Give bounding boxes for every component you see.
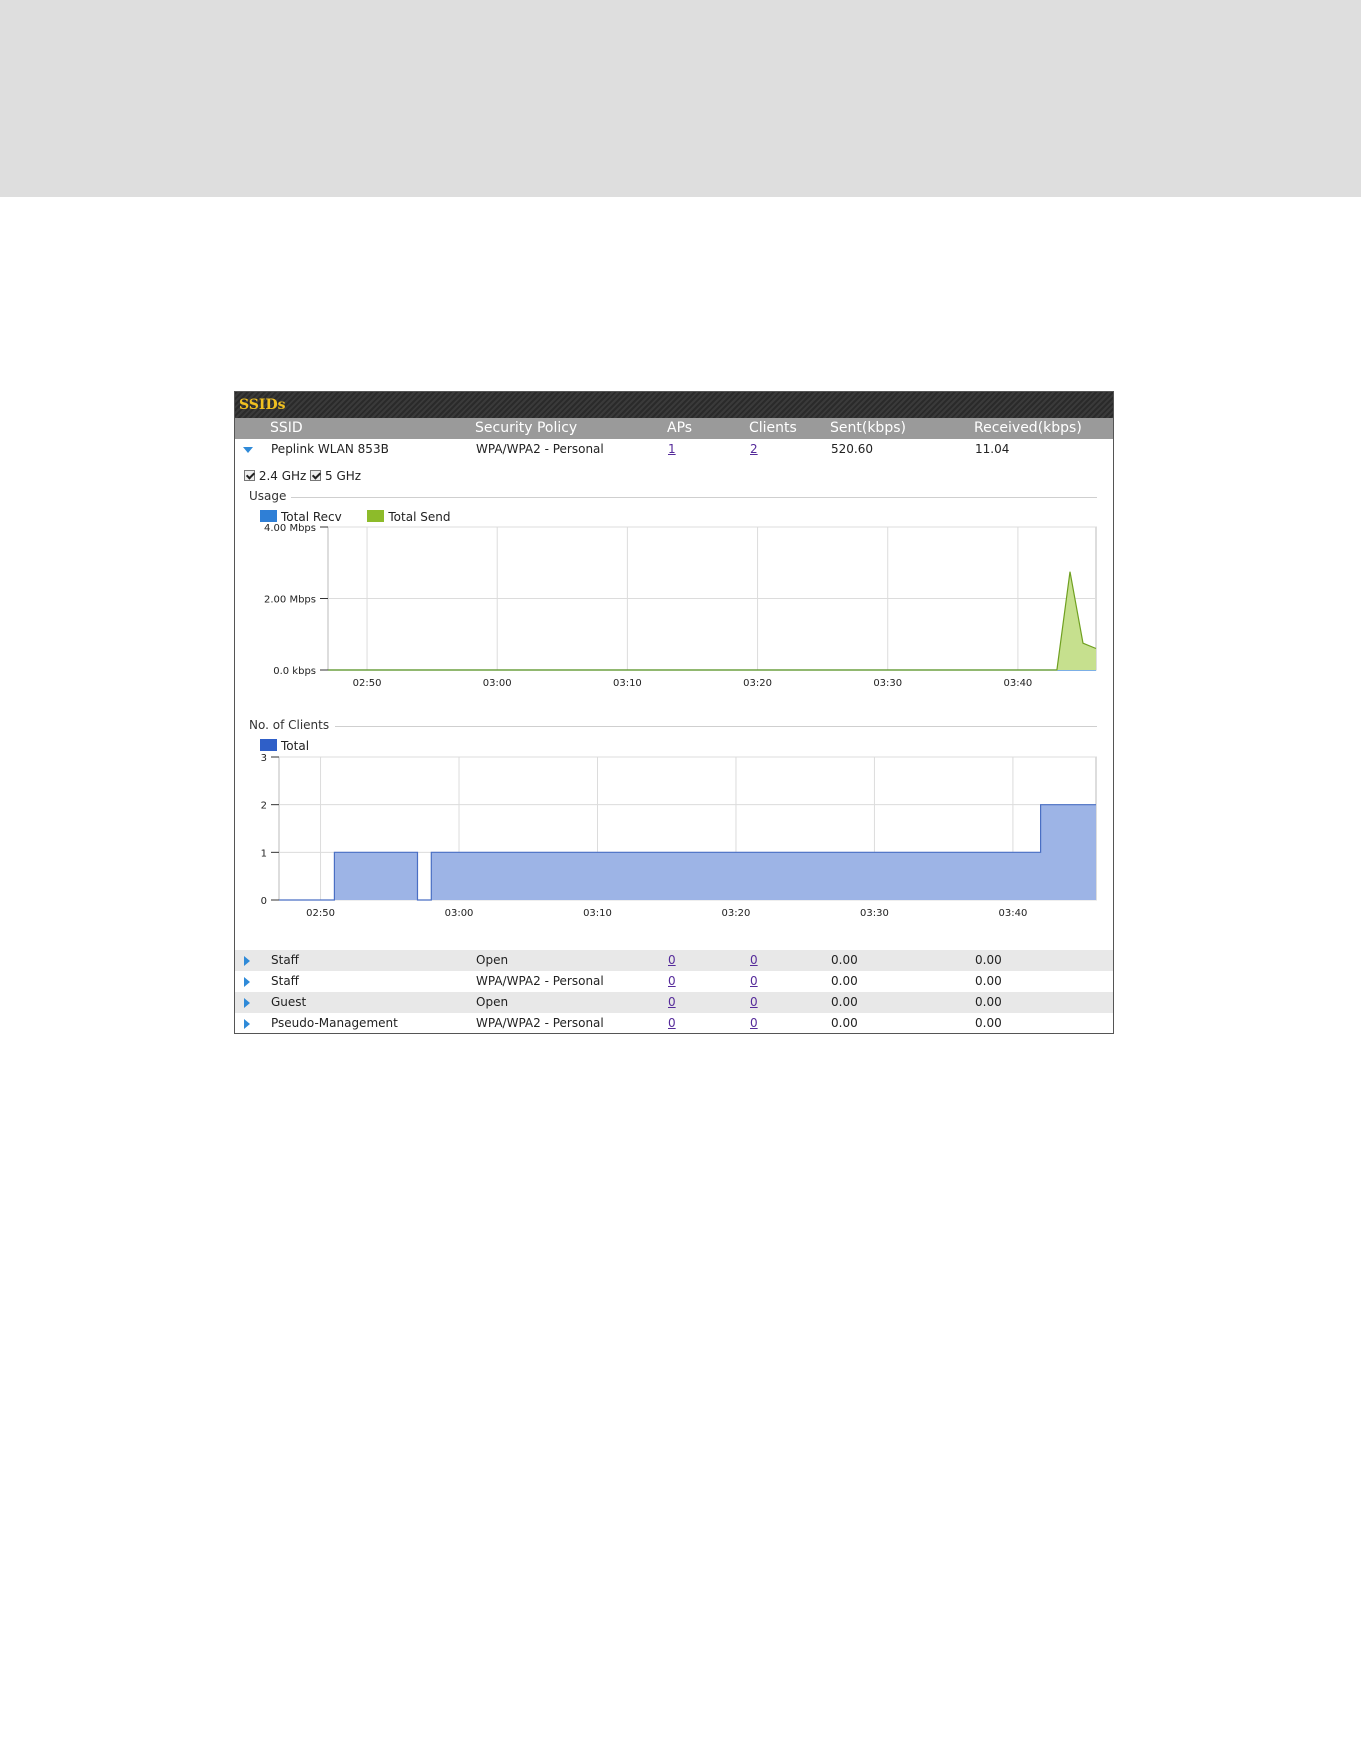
table-row[interactable]: Guest Open 0 0 0.00 0.00 — [235, 992, 1113, 1013]
x-tick-label: 03:00 — [445, 908, 474, 919]
sent-value: 0.00 — [831, 974, 858, 988]
table-row[interactable]: Staff WPA/WPA2 - Personal 0 0 0.00 0.00 — [235, 971, 1113, 992]
table-header: SSID Security Policy APs Clients Sent(kb… — [235, 418, 1113, 439]
clients-link[interactable]: 2 — [750, 439, 758, 460]
col-received[interactable]: Received(kbps) — [974, 418, 1082, 439]
y-tick-label: 1 — [261, 848, 267, 859]
aps-link[interactable]: 0 — [668, 971, 676, 992]
security-policy: Open — [476, 953, 509, 967]
clients-chart: 3 2 1 0 02:50 03:00 03:10 03:20 03:30 03:40 — [261, 753, 1097, 919]
x-tick-label: 03:20 — [743, 678, 772, 689]
recv-swatch — [260, 510, 277, 522]
total-swatch — [260, 739, 277, 751]
col-ssid[interactable]: SSID — [270, 418, 303, 439]
col-clients[interactable]: Clients — [749, 418, 797, 439]
clients-link[interactable]: 0 — [750, 971, 758, 992]
panel-title: SSIDs — [235, 392, 1113, 418]
x-tick-label: 02:50 — [306, 908, 335, 919]
y-tick-label: 2.00 Mbps — [264, 595, 316, 606]
received-value: 0.00 — [975, 1016, 1002, 1030]
col-aps[interactable]: APs — [667, 418, 692, 439]
x-tick-label: 03:00 — [483, 678, 512, 689]
expand-icon[interactable] — [244, 1019, 250, 1029]
col-sent[interactable]: Sent(kbps) — [830, 418, 906, 439]
ssid-name: Staff — [271, 974, 299, 988]
received-value: 0.00 — [975, 995, 1002, 1009]
y-tick-label: 2 — [261, 801, 267, 812]
security-policy: Open — [476, 995, 509, 1009]
band-24-checkbox[interactable] — [244, 470, 255, 481]
ssid-name: Guest — [271, 995, 307, 1009]
send-swatch — [367, 510, 385, 522]
security-policy: WPA/WPA2 - Personal — [476, 1016, 604, 1030]
legend-total: Total — [281, 739, 310, 753]
aps-link[interactable]: 0 — [668, 992, 676, 1013]
band-24-label: 2.4 GHz — [258, 469, 307, 483]
y-tick-label: 3 — [261, 753, 267, 764]
clients-divider — [335, 726, 1097, 727]
x-tick-label: 02:50 — [353, 678, 382, 689]
security-policy: WPA/WPA2 - Personal — [476, 442, 604, 456]
band-5-label: 5 GHz — [325, 469, 362, 483]
usage-label: Usage — [249, 489, 287, 503]
clients-link[interactable]: 0 — [750, 950, 758, 971]
sent-value: 520.60 — [831, 442, 873, 456]
band-5-checkbox[interactable] — [310, 470, 322, 481]
usage-chart: 4.00 Mbps 2.00 Mbps 0.0 kbps 02:50 03:00 03:1… — [264, 523, 1097, 689]
clients-link[interactable]: 0 — [750, 1013, 758, 1033]
x-tick-label: 03:20 — [722, 908, 751, 919]
clients-legend: Total — [260, 739, 309, 753]
x-tick-label: 03:10 — [613, 678, 642, 689]
table-row-expanded[interactable]: Peplink WLAN 853B WPA/WPA2 - Personal 1 … — [235, 439, 1113, 460]
clients-link[interactable]: 0 — [750, 992, 758, 1013]
y-tick-label: 0.0 kbps — [273, 666, 316, 677]
y-tick-label: 0 — [261, 896, 267, 907]
clients-label: No. of Clients — [249, 718, 330, 732]
ssid-name: Peplink WLAN 853B — [271, 442, 389, 456]
x-tick-label: 03:30 — [873, 678, 902, 689]
page-header-band — [0, 0, 1361, 197]
table-row[interactable]: Pseudo-Management WPA/WPA2 - Personal 0 … — [235, 1013, 1113, 1033]
x-tick-label: 03:40 — [1003, 678, 1032, 689]
received-value: 0.00 — [975, 974, 1002, 988]
collapse-icon[interactable] — [243, 447, 253, 453]
expand-icon[interactable] — [244, 998, 250, 1008]
table-row[interactable]: Staff Open 0 0 0.00 0.00 — [235, 950, 1113, 971]
x-tick-label: 03:30 — [860, 908, 889, 919]
y-tick-label: 4.00 Mbps — [264, 523, 316, 534]
expand-icon[interactable] — [244, 977, 250, 987]
expand-icon[interactable] — [244, 956, 250, 966]
x-tick-label: 03:40 — [999, 908, 1028, 919]
received-value: 11.04 — [975, 442, 1010, 456]
col-security-policy[interactable]: Security Policy — [475, 418, 577, 439]
x-tick-label: 03:10 — [583, 908, 612, 919]
band-filter: 2.4 GHz 5 GHz — [244, 468, 361, 484]
aps-link[interactable]: 0 — [668, 950, 676, 971]
ssids-panel: SSIDs SSID Security Policy APs Clients S… — [234, 391, 1114, 1034]
aps-link[interactable]: 0 — [668, 1013, 676, 1033]
sent-value: 0.00 — [831, 953, 858, 967]
aps-link[interactable]: 1 — [668, 439, 676, 460]
usage-divider — [291, 497, 1097, 498]
received-value: 0.00 — [975, 953, 1002, 967]
sent-value: 0.00 — [831, 995, 858, 1009]
ssid-name: Staff — [271, 953, 299, 967]
sent-value: 0.00 — [831, 1016, 858, 1030]
security-policy: WPA/WPA2 - Personal — [476, 974, 604, 988]
ssid-name: Pseudo-Management — [271, 1016, 398, 1030]
